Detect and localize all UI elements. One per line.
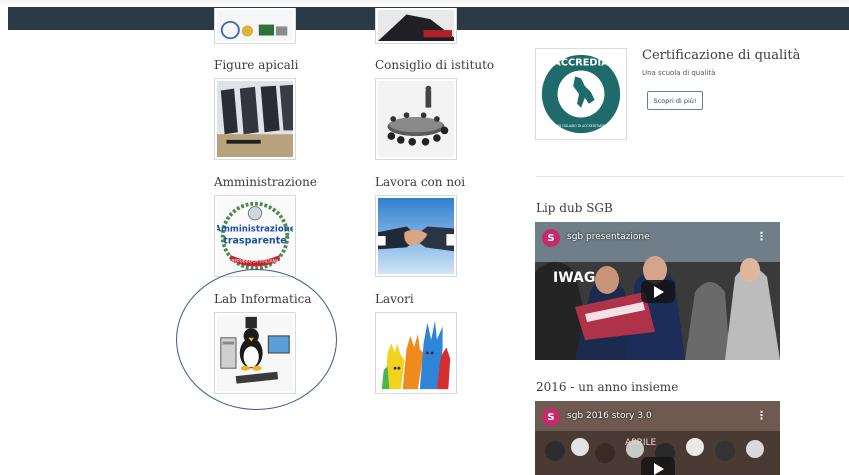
- accredia-text: ACCREDIA: [553, 58, 609, 69]
- discover-more-button[interactable]: Scopri di più!: [647, 91, 703, 110]
- tile-label-amministrazione[interactable]: Amministrazione: [214, 175, 317, 189]
- youtube-video-embed-1[interactable]: IWAG S sgb presentazione ⋮: [535, 222, 780, 360]
- consiglio-thumbnail[interactable]: [375, 78, 457, 160]
- accredia-subtext: L'ENTE ITALIANO DI ACCREDITAMENTO: [551, 124, 612, 128]
- svg-text:IWAG: IWAG: [553, 270, 595, 286]
- lavora-con-noi-thumbnail[interactable]: [375, 195, 457, 277]
- figure-apicali-thumbnail[interactable]: [214, 78, 296, 160]
- tile-label-lavori[interactable]: Lavori: [375, 292, 414, 306]
- tile-label-figure-apicali[interactable]: Figure apicali: [214, 58, 298, 72]
- computer-penguin-image: [217, 315, 293, 391]
- certification-title: Certificazione di qualità: [642, 48, 801, 63]
- painted-hands-image: [378, 315, 454, 391]
- video-title[interactable]: sgb 2016 story 3.0: [567, 411, 652, 421]
- certification-subtitle: Una scuola di qualità: [642, 69, 716, 77]
- top-left-partial-thumbnail[interactable]: [214, 8, 296, 44]
- tile-label-lavora-con-noi[interactable]: Lavora con noi: [375, 175, 465, 189]
- emblems-image: [217, 10, 293, 41]
- video-section-title-2016: 2016 - un anno insieme: [536, 380, 679, 394]
- logo-line1: Amministrazione: [217, 224, 293, 234]
- play-button-icon[interactable]: [641, 457, 675, 475]
- amministrazione-thumbnail[interactable]: Amministrazione trasparente REPUBBLICA I…: [214, 195, 296, 277]
- video-menu-icon[interactable]: ⋮: [756, 409, 767, 422]
- top-right-partial-thumbnail[interactable]: [375, 8, 457, 44]
- office-chairs-image: [217, 81, 293, 157]
- handshake-image: [378, 198, 454, 274]
- conference-table-image: [378, 81, 454, 157]
- tile-label-consiglio-di-istituto[interactable]: Consiglio di istituto: [375, 58, 494, 72]
- lavori-thumbnail[interactable]: [375, 312, 457, 394]
- video-overlay-text: APRILE: [625, 438, 657, 448]
- browser-chrome-strip: [0, 0, 849, 7]
- channel-avatar[interactable]: S: [542, 229, 560, 247]
- video-menu-icon[interactable]: ⋮: [756, 230, 767, 243]
- suit-image: [378, 10, 454, 41]
- amministrazione-trasparente-logo: Amministrazione trasparente REPUBBLICA I…: [217, 198, 293, 274]
- video-section-title-lip-dub: Lip dub SGB: [536, 201, 613, 215]
- youtube-video-embed-2[interactable]: APRILE S sgb 2016 story 3.0 ⋮: [535, 401, 780, 475]
- sidebar-divider: [536, 176, 844, 177]
- accredia-seal-icon: ACCREDIA L'ENTE ITALIANO DI ACCREDITAMEN…: [541, 54, 621, 134]
- video-title[interactable]: sgb presentazione: [567, 232, 650, 242]
- logo-ribbon: REPUBBLICA ITALIANA: [231, 259, 278, 265]
- accredia-logo[interactable]: ACCREDIA L'ENTE ITALIANO DI ACCREDITAMEN…: [535, 48, 627, 140]
- lab-informatica-thumbnail[interactable]: [214, 312, 296, 394]
- channel-avatar[interactable]: S: [542, 408, 560, 426]
- play-button-icon[interactable]: [641, 280, 675, 303]
- logo-line2: trasparente: [223, 236, 286, 247]
- tile-label-lab-informatica[interactable]: Lab Informatica: [214, 292, 312, 306]
